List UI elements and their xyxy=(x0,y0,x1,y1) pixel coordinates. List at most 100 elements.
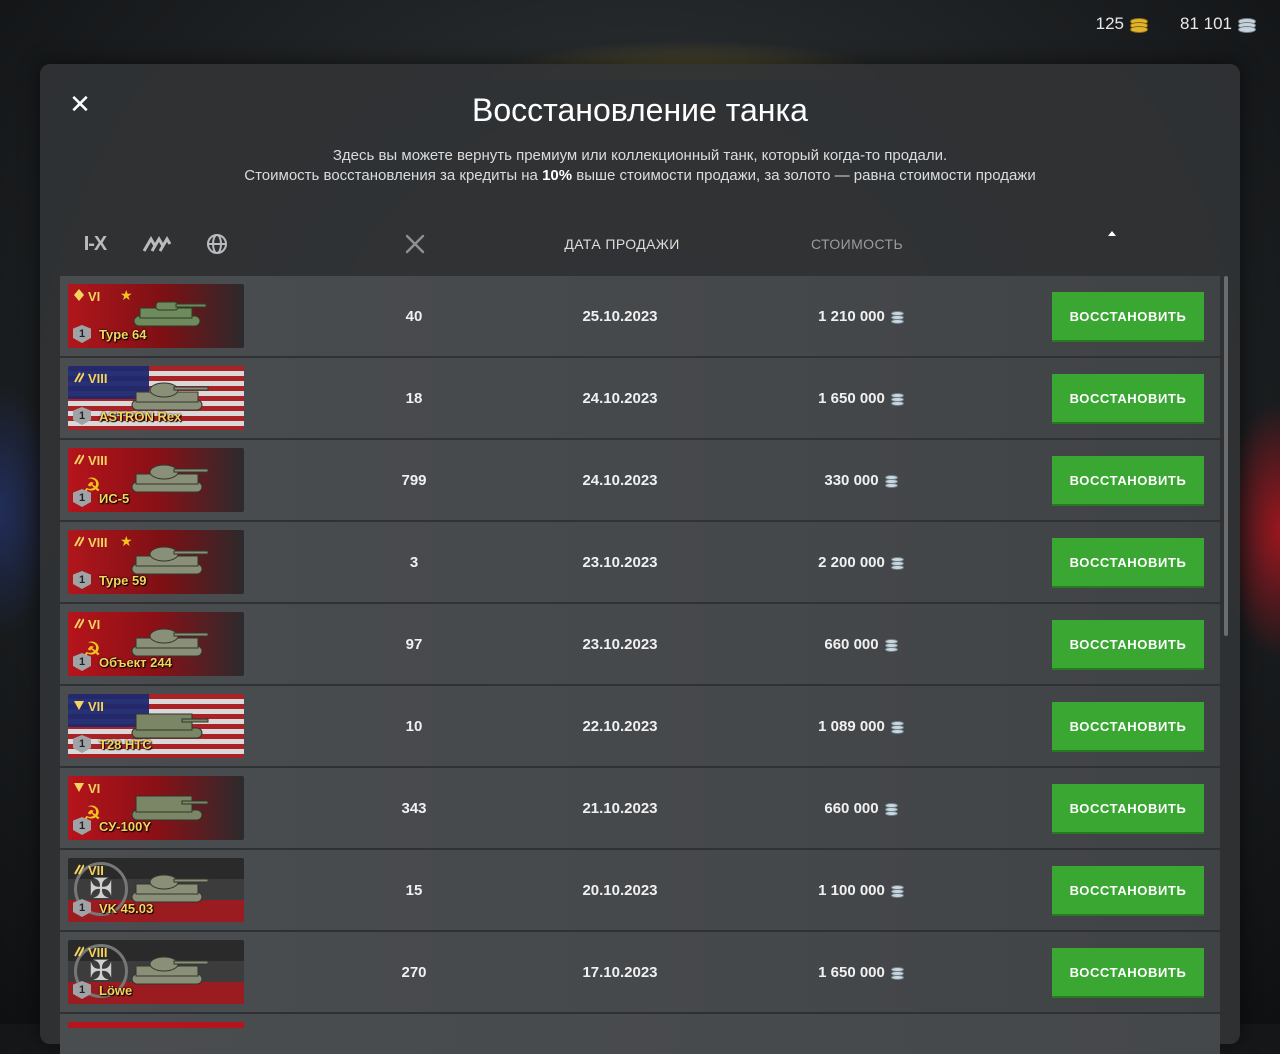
cost-value: 330 000 xyxy=(824,471,879,489)
gold-balance[interactable]: 125 xyxy=(1095,14,1148,34)
tank-name: ИС-5 xyxy=(99,491,130,506)
tank-tier: VI xyxy=(74,781,100,796)
tier-label: VI xyxy=(88,617,101,632)
silver-coin-icon xyxy=(890,966,904,980)
table-row[interactable]: VII 1 T28 HTC 10 22.10.2023 1 089 000 ВО… xyxy=(60,686,1220,766)
tank-destroyer-icon xyxy=(74,699,84,714)
tank-card: ✠ VIII 1 Löwe xyxy=(68,940,244,1004)
silver-coin-icon xyxy=(1238,17,1256,33)
gold-amount: 125 xyxy=(1095,14,1124,33)
restore-button[interactable]: ВОССТАНОВИТЬ xyxy=(1052,374,1204,422)
table-row[interactable]: ★ VI 1 Type 64 40 25.10.2023 1 210 000 В… xyxy=(60,276,1220,356)
battles-count: 10 xyxy=(405,717,423,735)
restore-cost: 1 089 000 xyxy=(780,686,940,766)
tier-filter-icon[interactable]: I-X xyxy=(80,232,110,256)
type-filter-icon[interactable] xyxy=(140,232,174,256)
tank-name: VK 45.03 xyxy=(99,901,154,916)
restore-button[interactable]: ВОССТАНОВИТЬ xyxy=(1052,702,1204,750)
tier-label: VII xyxy=(88,699,104,714)
sale-date: 23.10.2023 xyxy=(582,635,658,653)
tank-tier: VII xyxy=(74,699,104,714)
silver-coin-icon xyxy=(890,884,904,898)
table-row[interactable]: ✠ VII 1 VK 45.03 15 20.10.2023 1 100 000… xyxy=(60,850,1220,930)
table-row-partial[interactable] xyxy=(60,1014,1220,1054)
cost-value: 1 210 000 xyxy=(818,307,885,325)
description-line-1: Здесь вы можете вернуть премиум или колл… xyxy=(332,147,948,164)
sale-date: 24.10.2023 xyxy=(582,471,658,489)
tank-card-stub xyxy=(68,1022,244,1028)
medium-tank-icon xyxy=(74,535,84,550)
medium-tank-icon xyxy=(74,453,84,468)
silver-coin-icon xyxy=(884,802,898,816)
restore-button[interactable]: ВОССТАНОВИТЬ xyxy=(1052,866,1204,914)
battles-count: 3 xyxy=(409,553,419,571)
restore-cost: 660 000 xyxy=(780,768,940,848)
mastery-badge-icon: 1 xyxy=(73,735,91,753)
restore-button[interactable]: ВОССТАНОВИТЬ xyxy=(1052,620,1204,668)
mastery-badge-icon: 1 xyxy=(73,653,91,671)
mastery-badge-icon: 1 xyxy=(73,407,91,425)
table-row[interactable]: VIII 1 ASTRON Rex 18 24.10.2023 1 650 00… xyxy=(60,358,1220,438)
restore-button[interactable]: ВОССТАНОВИТЬ xyxy=(1052,948,1204,996)
tank-tier: VI xyxy=(74,289,100,304)
column-cost[interactable]: СТОИМОСТЬ xyxy=(790,236,924,252)
scrollbar[interactable] xyxy=(1224,276,1228,636)
battles-count: 799 xyxy=(401,471,427,489)
medium-tank-icon xyxy=(74,945,84,960)
tank-name: ASTRON Rex xyxy=(99,409,182,424)
tier-label: VIII xyxy=(88,945,108,960)
restore-cost: 660 000 xyxy=(780,604,940,684)
nation-globe-icon[interactable] xyxy=(204,232,230,256)
battles-count: 343 xyxy=(401,799,427,817)
credits-balance[interactable]: 81 101 xyxy=(1180,14,1256,34)
restore-cost: 1 210 000 xyxy=(780,276,940,356)
light-tank-icon xyxy=(74,289,84,304)
restore-tank-dialog: ✕ Восстановление танка Здесь вы можете в… xyxy=(40,64,1240,1054)
cost-value: 660 000 xyxy=(824,635,879,653)
battles-count: 15 xyxy=(405,881,423,899)
restore-cost: 1 650 000 xyxy=(780,932,940,1012)
battles-count: 270 xyxy=(401,963,427,981)
tank-name: Löwe xyxy=(99,983,133,998)
column-sale-date-label: ДАТА ПРОДАЖИ xyxy=(564,236,680,252)
restore-cost: 1 100 000 xyxy=(780,850,940,930)
sale-date: 22.10.2023 xyxy=(582,717,658,735)
description-text: выше стоимости продажи, за золото — равн… xyxy=(572,167,1036,184)
description-percent: 10% xyxy=(542,167,573,184)
table-row[interactable]: ☭ VIII 1 ИС-5 799 24.10.2023 330 000 ВОС… xyxy=(60,440,1220,520)
sale-date: 20.10.2023 xyxy=(582,881,658,899)
column-sale-date[interactable]: ДАТА ПРОДАЖИ xyxy=(550,231,1116,252)
mastery-badge-icon: 1 xyxy=(73,325,91,343)
table-row[interactable]: ☭ VI 1 Объект 244 97 23.10.2023 660 000 … xyxy=(60,604,1220,684)
cost-value: 660 000 xyxy=(824,799,879,817)
medium-tank-icon xyxy=(74,617,84,632)
table-row[interactable]: ☭ VI 1 СУ-100Y 343 21.10.2023 660 000 ВО… xyxy=(60,768,1220,848)
tank-tier: VI xyxy=(74,617,100,632)
restore-button[interactable]: ВОССТАНОВИТЬ xyxy=(1052,538,1204,586)
tank-card: ☭ VI 1 СУ-100Y xyxy=(68,776,244,840)
tank-tier: VIII xyxy=(74,371,108,386)
restore-button[interactable]: ВОССТАНОВИТЬ xyxy=(1052,456,1204,504)
tier-label: VI xyxy=(88,289,101,304)
table-row[interactable]: ★ VIII 1 Type 59 3 23.10.2023 2 200 000 … xyxy=(60,522,1220,602)
tank-name: Объект 244 xyxy=(99,655,172,670)
dialog-description: Здесь вы можете вернуть премиум или колл… xyxy=(40,146,1240,186)
medium-tank-icon xyxy=(74,863,84,878)
restore-cost: 330 000 xyxy=(780,440,940,520)
silver-coin-icon xyxy=(890,556,904,570)
tank-tier: VII xyxy=(74,863,104,878)
restore-button[interactable]: ВОССТАНОВИТЬ xyxy=(1052,292,1204,340)
table-row[interactable]: ✠ VIII 1 Löwe 270 17.10.2023 1 650 000 В… xyxy=(60,932,1220,1012)
sale-date: 17.10.2023 xyxy=(582,963,658,981)
cost-value: 1 650 000 xyxy=(818,389,885,407)
tier-label: VIII xyxy=(88,371,108,386)
tank-tier: VIII xyxy=(74,535,108,550)
tank-list: ★ VI 1 Type 64 40 25.10.2023 1 210 000 В… xyxy=(60,276,1220,1014)
tier-label: VIII xyxy=(88,535,108,550)
battles-count: 40 xyxy=(405,307,423,325)
silver-coin-icon xyxy=(890,392,904,406)
silver-coin-icon xyxy=(884,474,898,488)
restore-button[interactable]: ВОССТАНОВИТЬ xyxy=(1052,784,1204,832)
description-line-2: Стоимость восстановления за кредиты на 1… xyxy=(40,166,1240,186)
battles-swords-icon[interactable] xyxy=(402,232,428,256)
